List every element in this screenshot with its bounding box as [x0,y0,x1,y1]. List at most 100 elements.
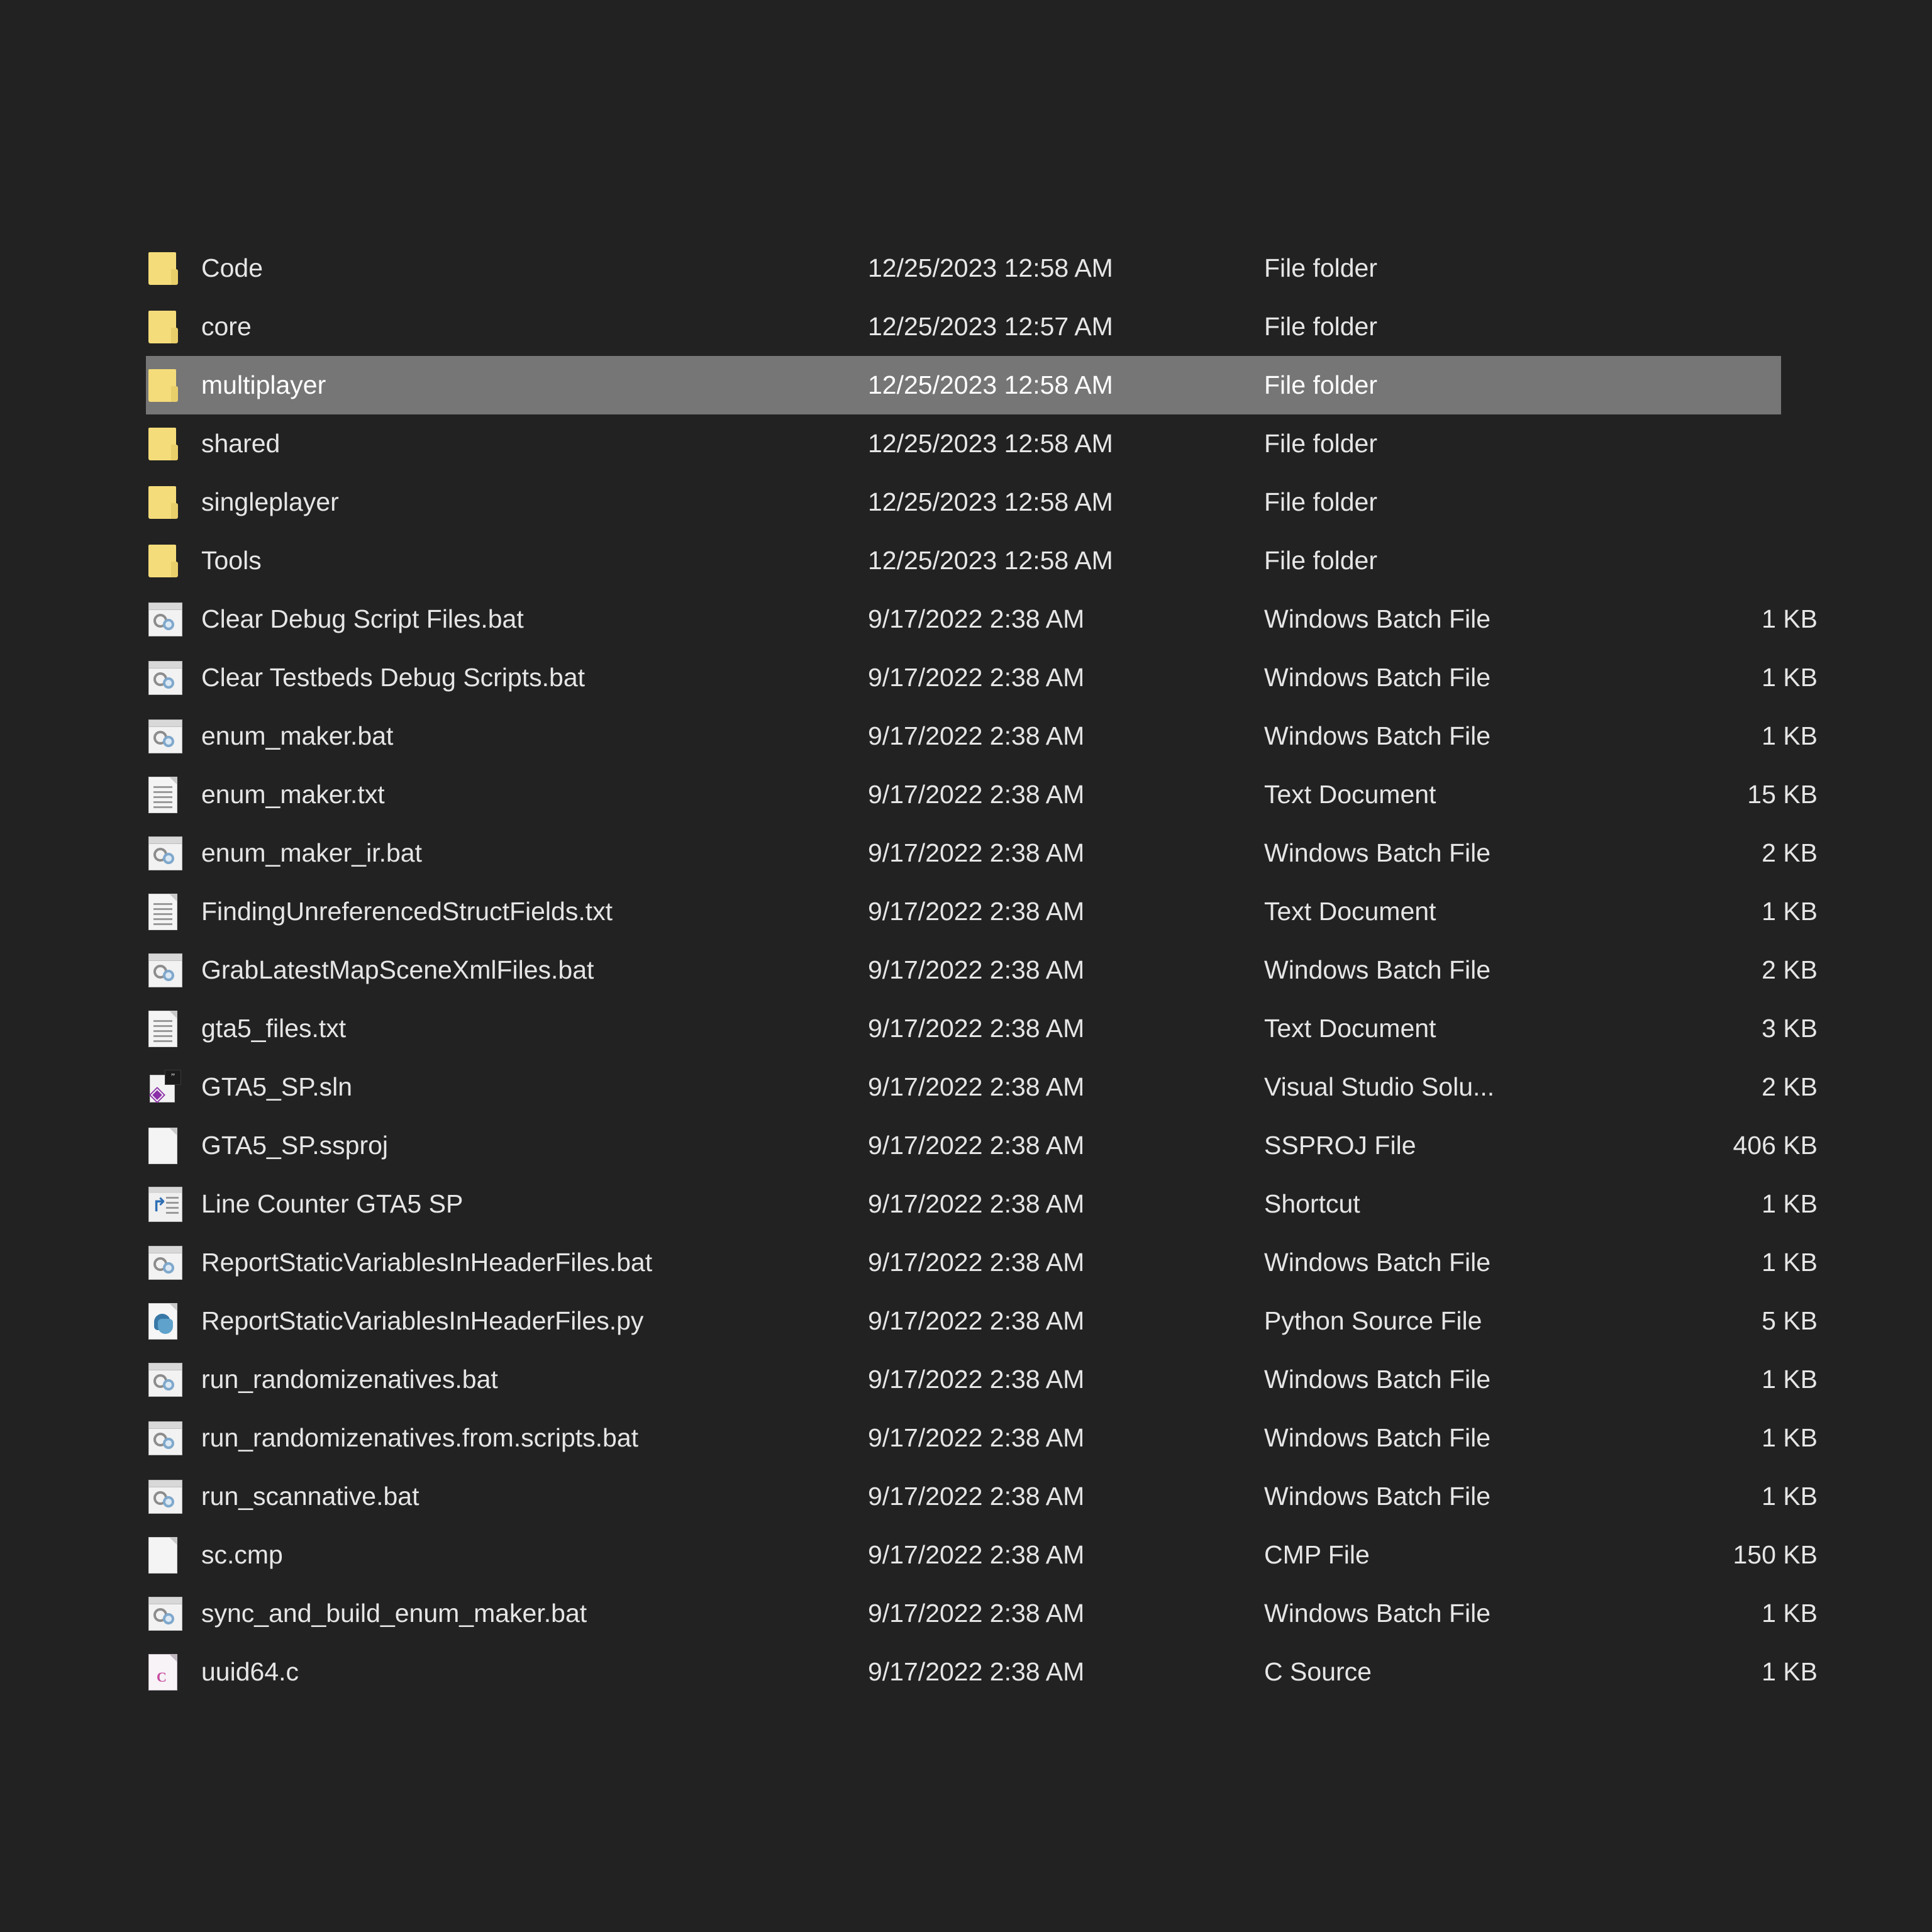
folder-icon [148,426,182,462]
date-modified-cell: 12/25/2023 12:58 AM [868,429,1113,458]
file-name-cell: gta5_files.txt [201,1014,347,1043]
file-size-cell: 1 KB [1762,1248,1818,1277]
file-size-cell: 150 KB [1733,1540,1818,1569]
file-list-row[interactable]: ” ◈ GTA5_SP.sln 9/17/2022 2:38 AM Visual Stu… [146,1058,1818,1116]
batch-file-icon [148,1421,182,1455]
file-list-row[interactable]: ↱ Line Counter GTA5 SP 9/17/2022 2:38 AM Sh… [146,1175,1818,1233]
file-list-row[interactable]: singleplayer 12/25/2023 12:58 AM File fold… [146,473,1781,531]
file-list-row[interactable]: core 12/25/2023 12:57 AM File folder [146,297,1781,356]
date-modified-cell: 12/25/2023 12:57 AM [868,312,1113,341]
file-name-cell: FindingUnreferencedStructFields.txt [201,897,613,926]
file-icon-cell: ↱ [146,1175,201,1233]
file-icon-cell [146,1526,201,1584]
file-list-row[interactable]: run_randomizenatives.bat 9/17/2022 2:38 A… [146,1350,1818,1409]
file-type-cell: Windows Batch File [1264,838,1491,867]
batch-file-icon [148,836,182,870]
file-list-row[interactable]: GTA5_SP.ssproj 9/17/2022 2:38 AM SSPROJ Fi… [146,1116,1818,1175]
file-type-cell: File folder [1264,546,1378,575]
file-list-row[interactable]: enum_maker.txt 9/17/2022 2:38 AM Text Docu… [146,765,1818,824]
file-size-cell: 1 KB [1762,1365,1818,1394]
file-list-row[interactable]: enum_maker.bat 9/17/2022 2:38 AM Windows B… [146,707,1818,765]
date-modified-cell: 9/17/2022 2:38 AM [868,1306,1085,1335]
file-type-cell: Text Document [1264,780,1436,809]
file-name-cell: run_randomizenatives.from.scripts.bat [201,1423,639,1452]
file-icon-cell [146,1584,201,1643]
file-list-row[interactable]: gta5_files.txt 9/17/2022 2:38 AM Text Docu… [146,999,1818,1058]
file-list-row[interactable]: Cuuid64.c 9/17/2022 2:38 AM C Source 1 KB [146,1643,1818,1701]
date-modified-cell: 9/17/2022 2:38 AM [868,663,1085,692]
file-list-row[interactable]: ReportStaticVariablesInHeaderFiles.bat 9/… [146,1233,1818,1292]
file-icon-cell [146,1116,201,1175]
file-name-cell: multiplayer [201,370,326,399]
file-size-cell: 5 KB [1762,1306,1818,1335]
batch-file-icon [148,1479,182,1514]
file-list-row[interactable]: Tools 12/25/2023 12:58 AM File folder [146,531,1781,590]
file-type-cell: Text Document [1264,897,1436,926]
file-size-cell: 1 KB [1762,1599,1818,1628]
file-list-row[interactable]: multiplayer 12/25/2023 12:58 AM File folde… [146,356,1781,414]
file-list-row[interactable]: sc.cmp 9/17/2022 2:38 AM CMP File 150 KB [146,1526,1818,1584]
file-type-cell: Windows Batch File [1264,1365,1491,1394]
file-type-cell: File folder [1264,312,1378,341]
blank-document-icon [148,1536,177,1574]
file-list-row[interactable]: enum_maker_ir.bat 9/17/2022 2:38 AM Window… [146,824,1818,882]
folder-icon [148,367,182,404]
file-name-cell: sc.cmp [201,1540,283,1569]
date-modified-cell: 9/17/2022 2:38 AM [868,1423,1085,1452]
file-name-cell: singleplayer [201,487,339,516]
file-icon-cell [146,941,201,999]
visual-studio-solution-icon: ” ◈ [148,1069,182,1105]
file-name-cell: enum_maker.txt [201,780,385,809]
file-size-cell: 2 KB [1762,955,1818,984]
file-type-cell: Shortcut [1264,1189,1360,1218]
batch-file-icon [148,660,182,695]
file-list-row[interactable]: Clear Testbeds Debug Scripts.bat 9/17/202… [146,648,1818,707]
file-size-cell: 1 KB [1762,663,1818,692]
file-name-cell: ReportStaticVariablesInHeaderFiles.py [201,1306,644,1335]
file-icon-cell [146,1409,201,1467]
file-list-row[interactable]: run_randomizenatives.from.scripts.bat 9/1… [146,1409,1818,1467]
file-icon-cell: C [146,1643,201,1701]
date-modified-cell: 12/25/2023 12:58 AM [868,487,1113,516]
folder-icon [148,484,182,521]
file-type-cell: Windows Batch File [1264,1482,1491,1511]
date-modified-cell: 9/17/2022 2:38 AM [868,838,1085,867]
folder-icon [148,543,182,579]
file-name-cell: uuid64.c [201,1657,299,1686]
file-type-cell: Windows Batch File [1264,663,1491,692]
file-name-cell: Code [201,253,264,282]
file-size-cell: 15 KB [1747,780,1818,809]
file-list-row[interactable]: Code 12/25/2023 12:58 AM File folder [146,239,1781,297]
file-icon-cell [146,1350,201,1409]
file-icon-cell [146,765,201,824]
file-type-cell: Text Document [1264,1014,1436,1043]
file-type-cell: Windows Batch File [1264,721,1491,750]
file-list-row[interactable]: run_scannative.bat 9/17/2022 2:38 AM Windo… [146,1467,1818,1526]
date-modified-cell: 9/17/2022 2:38 AM [868,1072,1085,1101]
file-list-row[interactable]: GrabLatestMapSceneXmlFiles.bat 9/17/2022 … [146,941,1818,999]
file-list-row[interactable]: ReportStaticVariablesInHeaderFiles.py 9/1… [146,1292,1818,1350]
file-icon-cell [146,590,201,648]
file-size-cell: 1 KB [1762,1423,1818,1452]
date-modified-cell: 12/25/2023 12:58 AM [868,370,1113,399]
file-list-row[interactable]: FindingUnreferencedStructFields.txt 9/17/… [146,882,1818,941]
date-modified-cell: 9/17/2022 2:38 AM [868,1482,1085,1511]
file-name-cell: GTA5_SP.ssproj [201,1131,389,1160]
file-type-cell: Windows Batch File [1264,604,1491,633]
date-modified-cell: 12/25/2023 12:58 AM [868,253,1113,282]
date-modified-cell: 9/17/2022 2:38 AM [868,1540,1085,1569]
file-list-row[interactable]: sync_and_build_enum_maker.bat 9/17/2022 2… [146,1584,1818,1643]
file-list-row[interactable]: Clear Debug Script Files.bat 9/17/2022 2:… [146,590,1818,648]
file-name-cell: enum_maker.bat [201,721,394,750]
python-file-icon [148,1302,177,1340]
file-type-cell: Python Source File [1264,1306,1482,1335]
file-type-cell: Visual Studio Solu... [1264,1072,1495,1101]
file-list-row[interactable]: shared 12/25/2023 12:58 AM File folder [146,414,1781,473]
file-icon-cell [146,414,201,473]
batch-file-icon [148,719,182,753]
file-size-cell: 2 KB [1762,1072,1818,1101]
file-type-cell: Windows Batch File [1264,1423,1491,1452]
file-list[interactable]: Code 12/25/2023 12:58 AM File folder core 12… [146,239,1818,1701]
file-icon-cell [146,239,201,297]
file-size-cell: 1 KB [1762,1189,1818,1218]
